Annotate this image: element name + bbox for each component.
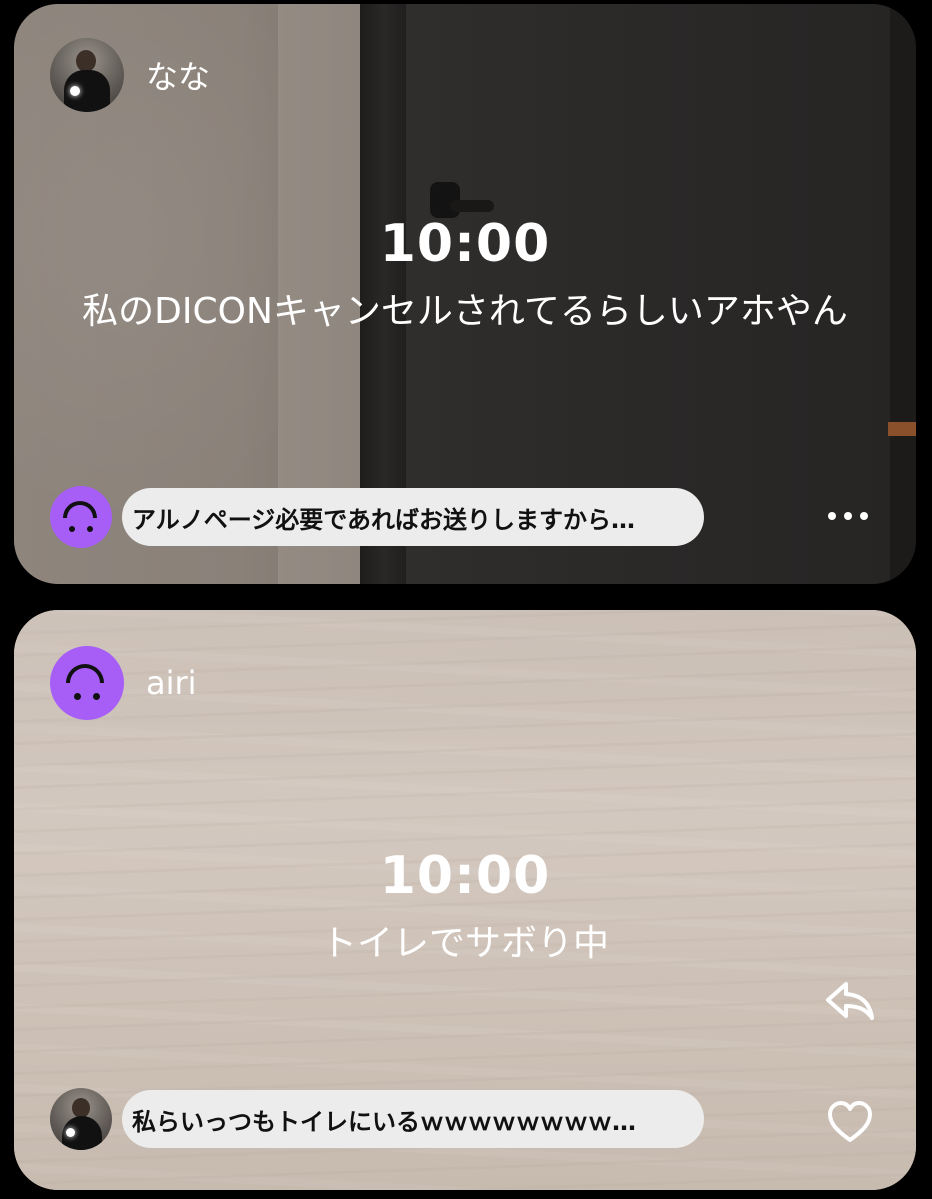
post-time: 10:00 — [379, 214, 551, 274]
feed: なな 10:00 私のDICONキャンセルされてるらしいアホやん アルノページ必… — [0, 0, 932, 1199]
commenter-avatar[interactable] — [50, 486, 112, 548]
username[interactable]: なな — [146, 52, 210, 98]
comment-preview[interactable]: 私らいっつもトイレにいるｗｗｗｗｗｗｗｗ… — [50, 1088, 704, 1150]
user-avatar[interactable] — [50, 38, 124, 112]
post-caption: トイレでサボり中 — [320, 923, 609, 964]
heart-icon[interactable] — [826, 1100, 874, 1144]
post-time: 10:00 — [379, 846, 551, 906]
comment-preview[interactable]: アルノページ必要であればお送りしますから… — [50, 486, 704, 548]
reply-icon[interactable] — [824, 978, 876, 1024]
post-header: なな — [50, 38, 210, 112]
post-header: airi — [50, 646, 197, 720]
post-card[interactable]: なな 10:00 私のDICONキャンセルされてるらしいアホやん アルノページ必… — [14, 4, 916, 584]
post-caption: 私のDICONキャンセルされてるらしいアホやん — [82, 291, 848, 332]
post-card[interactable]: airi 10:00 トイレでサボり中 私らいっつもトイレにいるｗｗｗｗｗｗｗｗ… — [14, 610, 916, 1190]
commenter-avatar[interactable] — [50, 1088, 112, 1150]
more-dots-icon[interactable] — [828, 512, 868, 520]
comment-bubble[interactable]: アルノページ必要であればお送りしますから… — [122, 488, 704, 546]
comment-bubble[interactable]: 私らいっつもトイレにいるｗｗｗｗｗｗｗｗ… — [122, 1090, 704, 1148]
user-avatar[interactable] — [50, 646, 124, 720]
username[interactable]: airi — [146, 664, 197, 702]
